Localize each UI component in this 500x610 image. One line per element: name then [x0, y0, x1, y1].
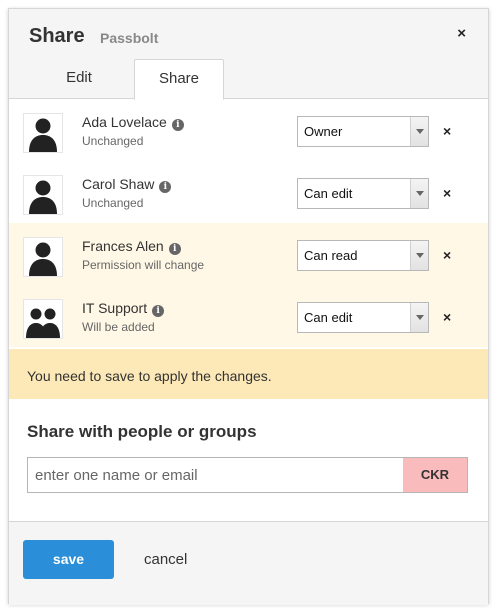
permission-status: Permission will change	[82, 258, 205, 272]
chevron-down-icon	[410, 117, 428, 146]
user-avatar-chip: CKR	[403, 457, 468, 493]
info-icon[interactable]: i	[168, 243, 181, 255]
permission-select[interactable]: Can edit	[297, 178, 429, 209]
close-icon[interactable]: ×	[457, 25, 466, 42]
dialog-title: Share	[29, 25, 85, 47]
delete-permission-button[interactable]: ×	[443, 185, 451, 201]
permission-select[interactable]: Can edit	[297, 302, 429, 333]
permission-row: Carol Shaw i Unchanged Can edit ×	[9, 161, 488, 223]
info-icon[interactable]: i	[171, 119, 184, 131]
permission-select[interactable]: Owner	[297, 116, 429, 147]
chevron-down-icon	[410, 241, 428, 270]
share-search-input[interactable]	[27, 457, 403, 493]
permission-row: Ada Lovelace i Unchanged Owner ×	[9, 99, 488, 161]
permission-name: Ada Lovelace i	[82, 114, 184, 131]
permission-row: Frances Alen i Permission will change Can…	[9, 223, 488, 285]
user-icon	[23, 237, 63, 277]
chevron-down-icon	[410, 303, 428, 332]
user-icon	[23, 175, 63, 215]
permission-name: Carol Shaw i	[82, 176, 172, 193]
delete-permission-button[interactable]: ×	[443, 309, 451, 325]
permission-select-value: Can edit	[304, 186, 353, 201]
cancel-button[interactable]: cancel	[144, 551, 187, 568]
permission-select-value: Can read	[304, 248, 358, 263]
permission-row: IT Support i Will be added Can edit ×	[9, 285, 488, 347]
chevron-down-icon	[410, 179, 428, 208]
info-icon[interactable]: i	[152, 305, 165, 317]
tab-edit[interactable]: Edit	[39, 59, 119, 99]
permission-select-value: Owner	[304, 124, 343, 139]
share-dialog: Share Passbolt × Edit Share Ada Lovelace…	[8, 8, 489, 605]
save-button[interactable]: save	[23, 540, 114, 579]
permission-select-value: Can edit	[304, 310, 353, 325]
permission-name: Frances Alen i	[82, 238, 181, 255]
warning-banner: You need to save to apply the changes.	[9, 349, 488, 399]
dialog-footer: save cancel	[9, 521, 488, 605]
permission-list: Ada Lovelace i Unchanged Owner × Carol Sh…	[9, 99, 488, 347]
permission-status: Unchanged	[82, 134, 144, 148]
share-section-title: Share with people or groups	[27, 422, 257, 441]
info-icon[interactable]: i	[159, 181, 172, 193]
user-icon	[23, 113, 63, 153]
tab-share[interactable]: Share	[134, 59, 224, 100]
group-icon	[23, 299, 63, 339]
permission-name: IT Support i	[82, 300, 165, 317]
dialog-subtitle: Passbolt	[100, 30, 159, 46]
delete-permission-button[interactable]: ×	[443, 247, 451, 263]
permission-status: Will be added	[82, 320, 155, 334]
permission-select[interactable]: Can read	[297, 240, 429, 271]
dialog-header: Share Passbolt × Edit Share	[9, 9, 488, 100]
delete-permission-button[interactable]: ×	[443, 123, 451, 139]
permission-status: Unchanged	[82, 196, 144, 210]
